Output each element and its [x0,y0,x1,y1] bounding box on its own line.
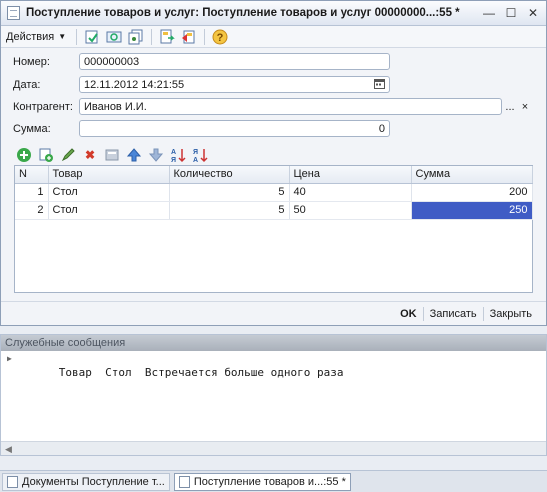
message-text: Товар Стол Встречается больше одного раз… [58,366,344,379]
date-field[interactable]: 12.11.2012 14:21:55 [79,76,390,93]
refresh-icon[interactable] [105,28,123,46]
column-header-sum[interactable]: Сумма [411,166,533,184]
table-row[interactable]: 1 Стол 5 40 200 [15,183,533,202]
select-button[interactable]: ... [503,99,517,114]
toolbar-separator [151,28,153,45]
document-icon [7,475,18,488]
table-header: N Товар Количество Цена Сумма [15,166,533,184]
cell-sum[interactable]: 200 [411,183,533,202]
document-icon [7,6,20,20]
actions-label: Действия [6,30,55,43]
close-button[interactable]: ✕ [524,4,542,22]
cell-item[interactable]: Стол [48,201,170,220]
expand-arrow-icon: ▶ [7,354,12,363]
document-journal-icon[interactable] [180,28,198,46]
scroll-left-icon[interactable]: ◀ [5,442,12,456]
close-form-button[interactable]: Закрыть [484,308,538,320]
document-window: Поступление товаров и услуг: Поступление… [0,0,547,326]
column-header-n[interactable]: N [15,166,49,184]
dropdown-arrow-icon: ▼ [58,32,67,41]
column-header-price[interactable]: Цена [289,166,412,184]
number-label: Номер: [13,55,50,68]
end-edit-icon[interactable] [103,147,121,163]
cell-sum-selected[interactable]: 250 [411,201,533,220]
ok-button[interactable]: OK [394,308,423,320]
taskbar-tab-receipt[interactable]: Поступление товаров и...:55 * [173,472,351,491]
svg-text:A: A [171,149,176,156]
toolbar-separator [76,28,78,45]
title-bar: Поступление товаров и услуг: Поступление… [1,1,546,26]
copy-icon[interactable] [127,28,145,46]
counterparty-field[interactable]: Иванов И.И. [79,98,502,115]
help-icon[interactable]: ? [211,28,229,46]
horizontal-scrollbar[interactable]: ◀ [1,441,546,455]
cell-quantity[interactable]: 5 [169,201,290,220]
table-row[interactable]: 2 Стол 5 50 250 [15,201,533,220]
delete-row-icon[interactable]: ✖ [81,147,99,163]
edit-row-icon[interactable] [59,147,77,163]
sort-ascending-icon[interactable]: AЯ [169,147,187,163]
toolbar-separator [204,28,206,45]
column-header-item[interactable]: Товар [48,166,170,184]
svg-text:A: A [193,157,198,163]
date-label: Дата: [13,78,41,91]
button-bar: OK Записать Закрыть [1,301,546,325]
svg-text:Я: Я [193,149,198,156]
maximize-button[interactable]: ☐ [502,4,520,22]
taskbar-tab-label: Документы Поступление т... [22,475,165,488]
counterparty-label: Контрагент: [13,100,73,113]
actions-menu[interactable]: Действия ▼ [6,28,72,46]
sum-field[interactable]: 0 [79,120,390,137]
grid-toolbar: ✖ AЯ ЯA [15,146,213,164]
cell-price[interactable]: 50 [289,201,412,220]
sort-descending-icon[interactable]: ЯA [191,147,209,163]
message-item[interactable]: ▶ Товар Стол Встречается больше одного ра… [1,353,546,392]
document-icon [178,475,190,488]
sum-row: Сумма: 0 [13,120,390,137]
counterparty-row: Контрагент: Иванов И.И. ... × [13,98,532,115]
goods-table[interactable]: N Товар Количество Цена Сумма 1 Стол 5 4… [14,165,533,293]
clear-button[interactable]: × [518,99,532,114]
number-field[interactable]: 000000003 [79,53,390,70]
window-taskbar: Документы Поступление т... Поступление т… [0,470,547,492]
move-up-icon[interactable] [125,147,143,163]
messages-title: Служебные сообщения [1,335,546,351]
date-value: 12.11.2012 14:21:55 [84,78,185,91]
window-title: Поступление товаров и услуг: Поступление… [26,7,460,19]
post-document-icon[interactable] [83,28,101,46]
cell-quantity[interactable]: 5 [169,183,290,202]
cell-item[interactable]: Стол [48,183,170,202]
minimize-button[interactable]: — [480,4,498,22]
cell-price[interactable]: 40 [289,183,412,202]
service-messages-panel: Служебные сообщения ▶ Товар Стол Встречае… [0,334,547,456]
taskbar-tab-documents[interactable]: Документы Поступление т... [2,472,170,491]
move-down-icon[interactable] [147,147,165,163]
number-row: Номер: 000000003 [13,53,390,70]
row-number[interactable]: 2 [15,201,49,220]
based-on-icon[interactable] [158,28,176,46]
save-button[interactable]: Записать [424,308,483,320]
svg-text:Я: Я [171,157,176,163]
row-number[interactable]: 1 [15,183,49,202]
add-row-icon[interactable] [15,147,33,163]
toolbar: Действия ▼ ? [1,26,546,48]
column-header-quantity[interactable]: Количество [169,166,290,184]
taskbar-tab-label: Поступление товаров и...:55 * [193,475,346,488]
svg-text:?: ? [217,32,224,44]
sum-label: Сумма: [13,122,51,135]
copy-row-icon[interactable] [37,147,55,163]
messages-list: ▶ Товар Стол Встречается больше одного ра… [1,351,546,441]
calendar-icon[interactable] [374,78,385,92]
date-row: Дата: 12.11.2012 14:21:55 [13,76,390,93]
